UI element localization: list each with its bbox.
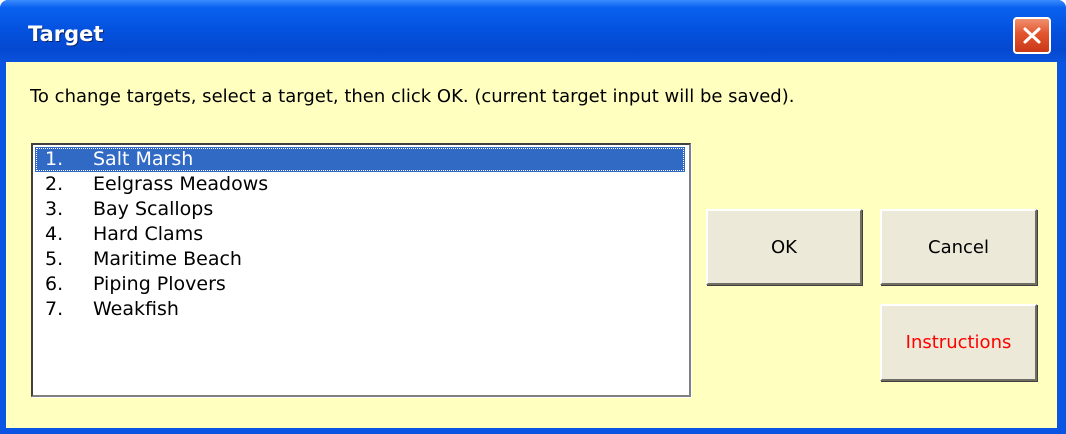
list-item-number: 6.	[45, 273, 64, 295]
dialog-body: To change targets, select a target, then…	[6, 62, 1057, 428]
list-item-number: 7.	[45, 298, 64, 320]
close-icon	[1023, 27, 1041, 44]
list-item-eelgrass-meadows[interactable]: 2. Eelgrass Meadows	[35, 172, 685, 197]
title-bar[interactable]: Target	[0, 0, 1066, 62]
list-item-label: Eelgrass Meadows	[93, 173, 269, 195]
list-item-weakfish[interactable]: 7. Weakfish	[35, 297, 685, 322]
instructions-button[interactable]: Instructions	[880, 304, 1037, 381]
list-item-label: Piping Plovers	[93, 273, 226, 295]
list-item-hard-clams[interactable]: 4. Hard Clams	[35, 222, 685, 247]
list-item-label: Weakfish	[93, 298, 179, 320]
ok-button[interactable]: OK	[706, 209, 862, 285]
list-item-salt-marsh[interactable]: 1. Salt Marsh	[35, 147, 685, 172]
list-item-label: Hard Clams	[93, 223, 204, 245]
list-item-number: 4.	[45, 223, 64, 245]
target-dialog: Target To change targets, select a targe…	[0, 0, 1066, 434]
list-item-label: Salt Marsh	[93, 148, 194, 170]
target-listbox[interactable]: 1. Salt Marsh 2. Eelgrass Meadows 3. Bay…	[31, 143, 691, 397]
list-item-number: 1.	[45, 148, 64, 170]
list-item-label: Bay Scallops	[93, 198, 214, 220]
instruction-text: To change targets, select a target, then…	[30, 86, 795, 107]
list-item-bay-scallops[interactable]: 3. Bay Scallops	[35, 197, 685, 222]
list-item-number: 2.	[45, 173, 64, 195]
list-item-piping-plovers[interactable]: 6. Piping Plovers	[35, 272, 685, 297]
cancel-button[interactable]: Cancel	[880, 209, 1037, 285]
window-title: Target	[28, 22, 104, 46]
close-button[interactable]	[1013, 17, 1051, 54]
list-item-number: 5.	[45, 248, 64, 270]
list-item-maritime-beach[interactable]: 5. Maritime Beach	[35, 247, 685, 272]
list-item-number: 3.	[45, 198, 64, 220]
list-item-label: Maritime Beach	[93, 248, 242, 270]
